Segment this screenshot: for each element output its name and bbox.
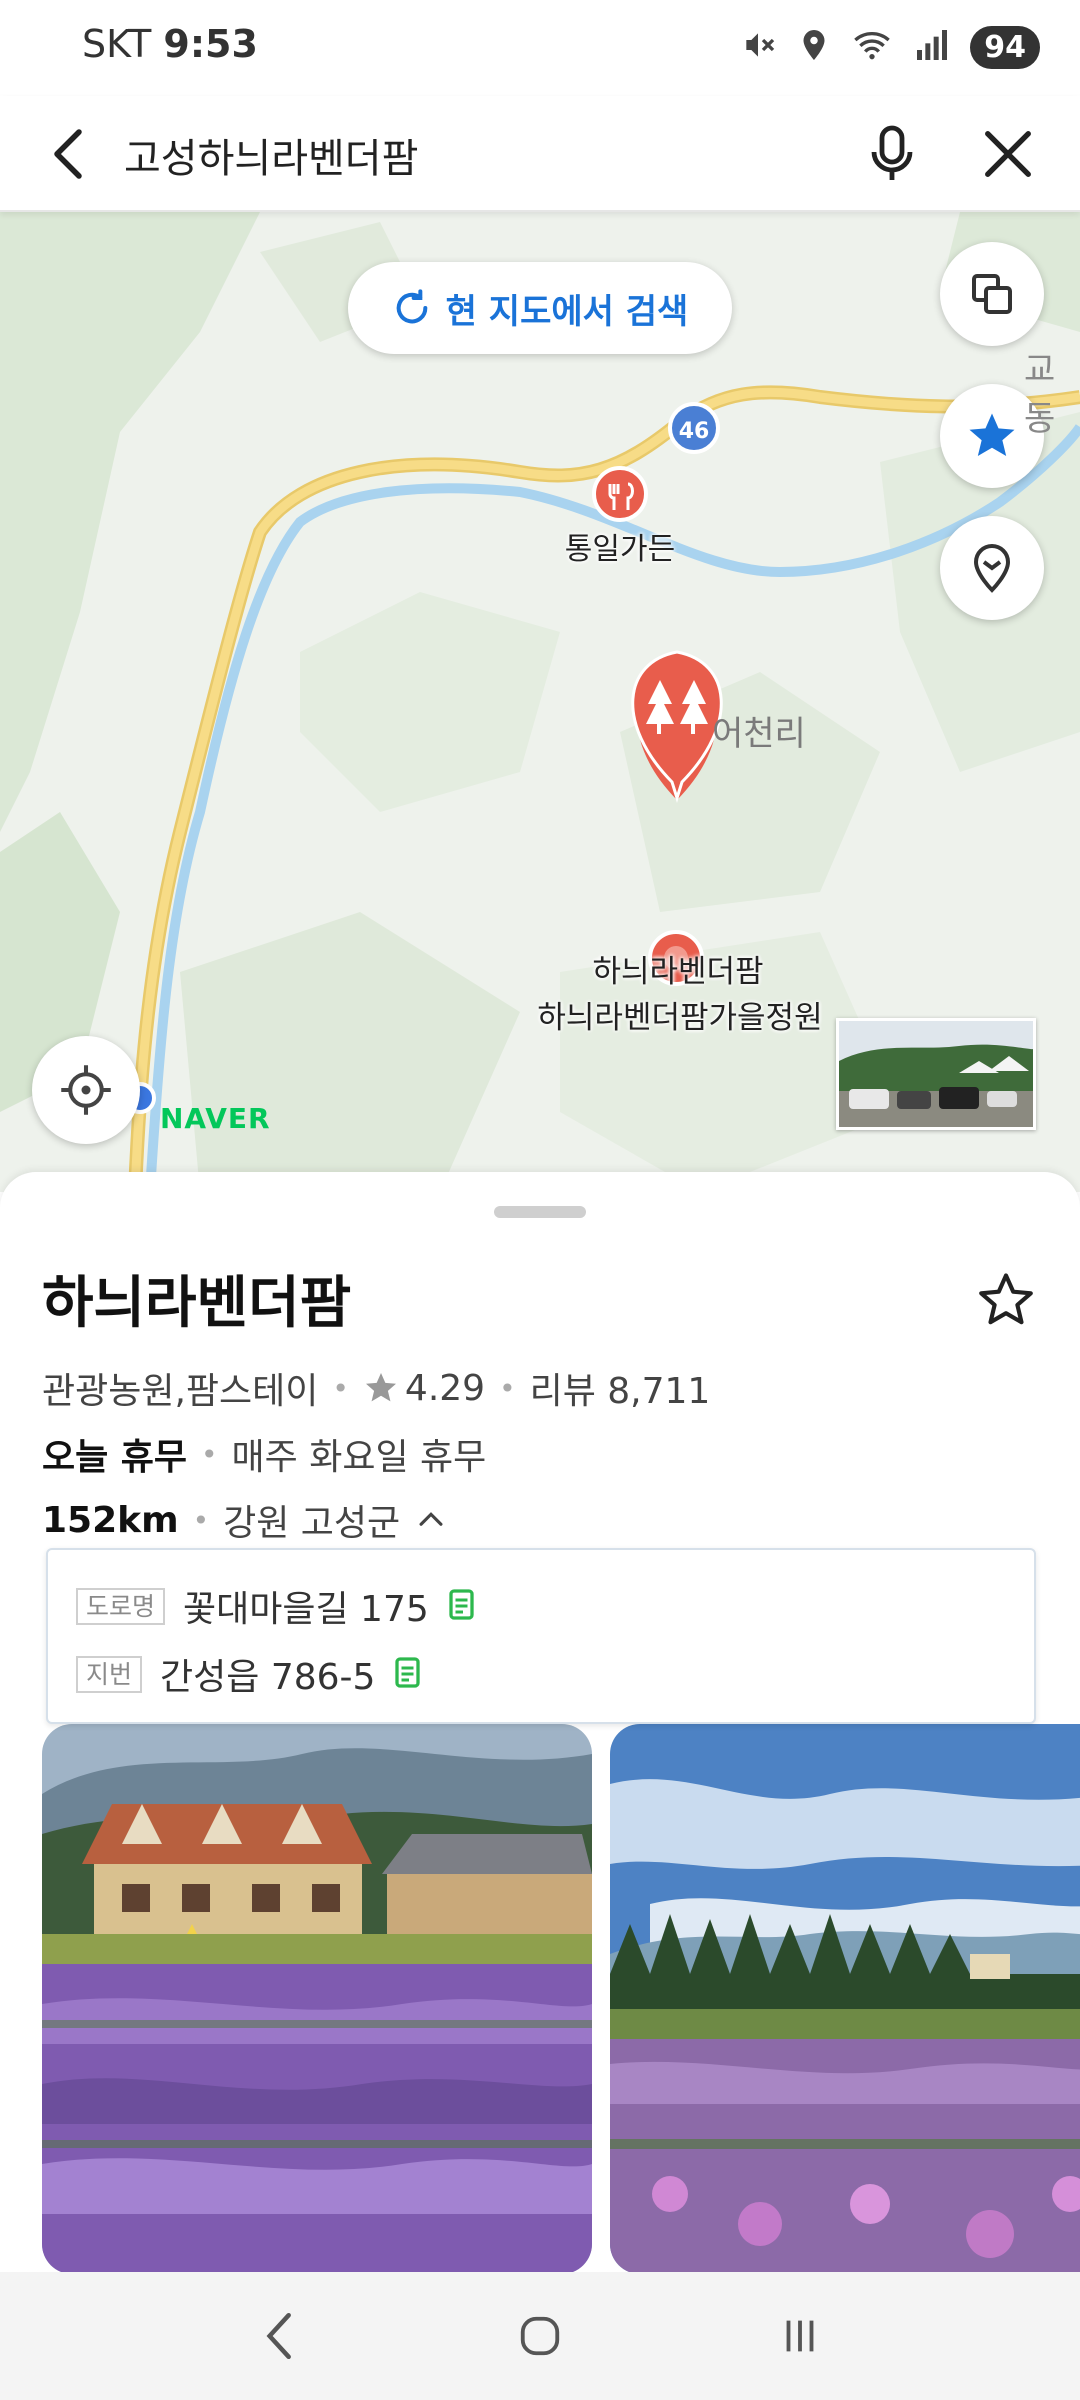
route-badge: 46 bbox=[679, 419, 710, 444]
road-address-tag: 도로명 bbox=[76, 1587, 166, 1625]
restaurant-poi-marker bbox=[592, 466, 648, 522]
saved-places-button[interactable] bbox=[940, 516, 1044, 620]
place-meta-line: 관광농원,팜스테이 • 4.29 • 리뷰 8,711 bbox=[42, 1362, 710, 1414]
nav-back-button[interactable] bbox=[220, 2286, 340, 2386]
lot-address-row[interactable]: 지번 간성읍 786-5 bbox=[76, 1648, 425, 1700]
nav-back-icon bbox=[266, 2312, 291, 2360]
place-rating: 4.29 bbox=[404, 1367, 486, 1409]
edge-region-label: 교동 bbox=[1024, 350, 1056, 439]
address-popup: 도로명 꽃대마을길 175 지번 간성읍 786-5 bbox=[46, 1548, 1036, 1724]
status-carrier: SKT 9:53 bbox=[82, 22, 258, 66]
status-bar: SKT 9:53 94 bbox=[0, 0, 1080, 96]
place-location-line[interactable]: 152km • 강원 고성군 bbox=[42, 1494, 448, 1546]
chevron-left-icon bbox=[54, 129, 82, 179]
road-address: 꽃대마을길 175 bbox=[183, 1589, 429, 1630]
microphone-icon bbox=[871, 125, 913, 180]
chevron-up-icon bbox=[419, 1512, 443, 1526]
mute-icon bbox=[738, 25, 778, 69]
place-category: 관광농원,팜스테이 bbox=[42, 1371, 319, 1412]
naver-logo: NAVER bbox=[160, 1102, 271, 1135]
refresh-icon bbox=[396, 289, 428, 324]
hours-note: 매주 화요일 휴무 bbox=[231, 1437, 487, 1478]
poi-label-garden[interactable]: 하늬라벤더팜가을정원 bbox=[520, 992, 840, 1037]
lot-address-tag: 지번 bbox=[76, 1655, 143, 1693]
wifi-icon bbox=[850, 25, 894, 69]
research-label: 현 지도에서 검색 bbox=[445, 291, 689, 332]
carrier-name: SKT bbox=[82, 22, 152, 66]
clock: 9:53 bbox=[163, 22, 258, 66]
back-button[interactable] bbox=[30, 116, 106, 192]
system-nav-bar bbox=[0, 2272, 1080, 2400]
search-input[interactable]: 고성하늬라벤더팜 bbox=[124, 126, 418, 184]
location-pin-icon bbox=[973, 543, 1011, 593]
voice-search-button[interactable] bbox=[852, 114, 932, 194]
rating-star-icon bbox=[365, 1373, 396, 1402]
crosshair-icon bbox=[61, 1065, 111, 1115]
nav-home-button[interactable] bbox=[480, 2286, 600, 2386]
lot-address: 간성읍 786-5 bbox=[160, 1657, 376, 1698]
map-view[interactable]: 46 현 지도에서 검색 통일가든 어천리 교동 하늬라벤더팜 하늬라벤더팜가을… bbox=[0, 212, 1080, 1192]
place-bottom-sheet[interactable]: 하늬라벤더팜 관광농원,팜스테이 • 4.29 • 리뷰 8,711 오늘 휴무… bbox=[0, 1172, 1080, 2272]
layers-icon bbox=[972, 274, 1012, 314]
nav-recents-icon bbox=[786, 2320, 814, 2352]
distance: 152km bbox=[42, 1499, 179, 1541]
place-photo[interactable] bbox=[610, 1724, 1080, 2272]
poi-label-selected[interactable]: 하늬라벤더팜 bbox=[528, 946, 828, 991]
poi-label-restaurant[interactable]: 통일가든 bbox=[500, 524, 740, 568]
road-address-row[interactable]: 도로명 꽃대마을길 175 bbox=[76, 1580, 479, 1632]
close-icon bbox=[985, 131, 1031, 177]
place-hours-line[interactable]: 오늘 휴무 • 매주 화요일 휴무 bbox=[42, 1428, 486, 1480]
copy-icon[interactable] bbox=[447, 1588, 479, 1624]
nav-home-icon bbox=[520, 2316, 560, 2356]
battery-indicator: 94 bbox=[970, 25, 1040, 69]
star-outline-icon bbox=[979, 1273, 1033, 1325]
sheet-drag-handle[interactable] bbox=[494, 1206, 586, 1218]
map-photo-thumbnail[interactable] bbox=[836, 1018, 1036, 1130]
location-icon bbox=[796, 25, 832, 69]
place-region: 강원 고성군 bbox=[223, 1503, 401, 1544]
place-reviews[interactable]: 리뷰 8,711 bbox=[530, 1362, 711, 1414]
place-photo[interactable] bbox=[42, 1724, 592, 2272]
place-title: 하늬라벤더팜 bbox=[42, 1271, 352, 1336]
status-icons: 94 bbox=[738, 22, 1040, 72]
open-status: 오늘 휴무 bbox=[42, 1437, 188, 1478]
star-icon bbox=[969, 413, 1015, 457]
search-bar: 고성하늬라벤더팜 bbox=[0, 96, 1080, 212]
signal-icon bbox=[912, 25, 952, 69]
current-location-button[interactable] bbox=[32, 1036, 140, 1144]
region-label: 어천리 bbox=[712, 714, 806, 754]
layer-toggle-button[interactable] bbox=[940, 242, 1044, 346]
research-map-button[interactable]: 현 지도에서 검색 bbox=[348, 262, 732, 354]
nav-recents-button[interactable] bbox=[740, 2286, 860, 2386]
clear-search-button[interactable] bbox=[968, 114, 1048, 194]
save-place-button[interactable] bbox=[970, 1264, 1042, 1336]
copy-icon[interactable] bbox=[393, 1656, 425, 1692]
